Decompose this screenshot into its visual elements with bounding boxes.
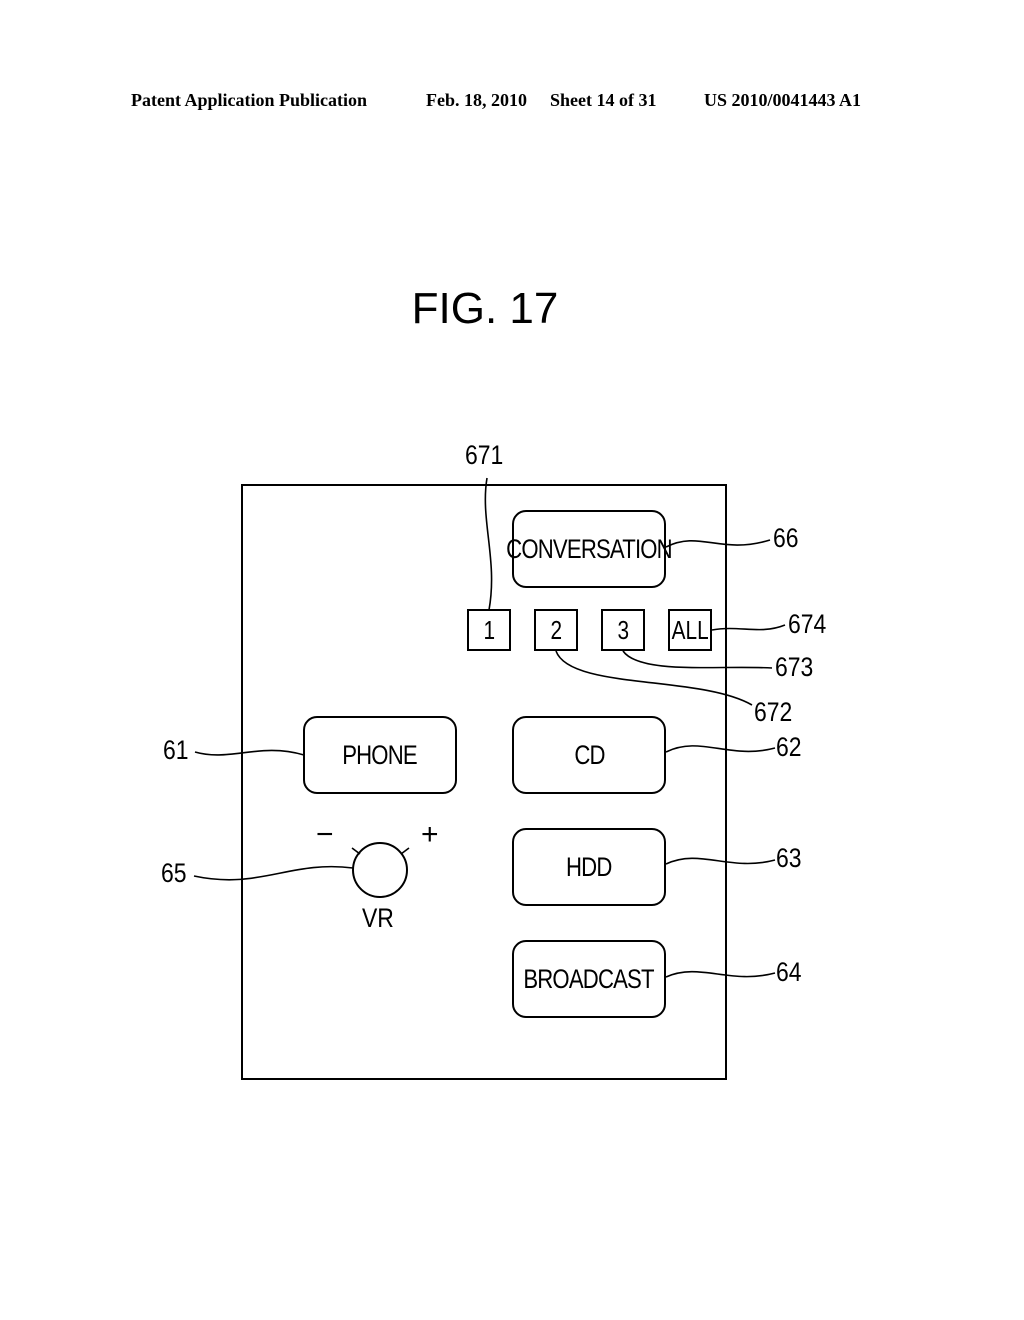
selector-2-label: 2 bbox=[550, 614, 562, 645]
selector-3-label: 3 bbox=[617, 614, 629, 645]
ref-64: 64 bbox=[776, 957, 802, 987]
ref-63: 63 bbox=[776, 843, 802, 873]
selector-2-button[interactable]: 2 bbox=[534, 609, 578, 651]
hdd-label: HDD bbox=[566, 851, 612, 882]
selector-1-button[interactable]: 1 bbox=[467, 609, 511, 651]
selector-all-label: ALL bbox=[671, 614, 709, 645]
cd-button[interactable]: CD bbox=[512, 716, 666, 794]
volume-label: VR bbox=[362, 903, 394, 933]
conversation-label: CONVERSATION bbox=[506, 533, 672, 564]
broadcast-button[interactable]: BROADCAST bbox=[512, 940, 666, 1018]
selector-1-label: 1 bbox=[483, 614, 495, 645]
broadcast-label: BROADCAST bbox=[523, 963, 655, 994]
hdd-button[interactable]: HDD bbox=[512, 828, 666, 906]
volume-minus-icon: − bbox=[316, 818, 334, 851]
selector-3-button[interactable]: 3 bbox=[601, 609, 645, 651]
ref-673: 673 bbox=[775, 652, 814, 682]
cd-label: CD bbox=[573, 739, 605, 770]
ref-61: 61 bbox=[163, 735, 189, 765]
volume-knob[interactable] bbox=[352, 842, 408, 898]
ref-671: 671 bbox=[465, 440, 504, 470]
ref-674: 674 bbox=[788, 609, 827, 639]
ref-672: 672 bbox=[754, 697, 793, 727]
phone-label: PHONE bbox=[342, 739, 418, 770]
ref-62: 62 bbox=[776, 732, 802, 762]
ref-66: 66 bbox=[773, 523, 799, 553]
conversation-button[interactable]: CONVERSATION bbox=[506, 510, 673, 588]
selector-all-button[interactable]: ALL bbox=[668, 609, 712, 651]
volume-plus-icon: + bbox=[421, 818, 439, 851]
ref-65: 65 bbox=[161, 858, 187, 888]
phone-button[interactable]: PHONE bbox=[303, 716, 457, 794]
